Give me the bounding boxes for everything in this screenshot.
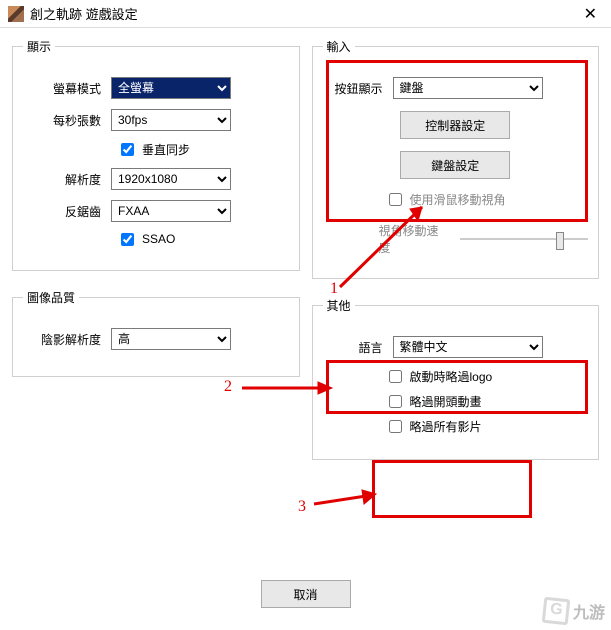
- lang-select[interactable]: 繁體中文: [393, 336, 543, 358]
- skip-all-row: 略過所有影片: [323, 418, 589, 435]
- keyboard-settings-button[interactable]: 鍵盤設定: [400, 151, 510, 179]
- app-icon: [8, 6, 24, 22]
- ssao-row: SSAO: [23, 232, 289, 246]
- annotation-1: 1: [330, 280, 338, 298]
- skip-all-checkbox[interactable]: [389, 420, 402, 433]
- screen-mode-row: 螢幕模式 全螢幕: [23, 77, 289, 99]
- other-legend: 其他: [323, 297, 355, 314]
- window-title: 創之軌跡 遊戲設定: [30, 4, 578, 23]
- aa-select[interactable]: FXAA: [111, 200, 231, 222]
- vsync-row: 垂直同步: [23, 141, 289, 158]
- input-group: 輸入 按鈕顯示 鍵盤 控制器設定 鍵盤設定 使用滑鼠移動視角 視角移動速度: [312, 38, 600, 279]
- left-column: 顯示 螢幕模式 全螢幕 每秒張數 30fps 垂直同步 解析度: [12, 38, 300, 478]
- controller-settings-button[interactable]: 控制器設定: [400, 111, 510, 139]
- shadow-select[interactable]: 高: [111, 328, 231, 350]
- fps-label: 每秒張數: [23, 112, 111, 129]
- right-column: 輸入 按鈕顯示 鍵盤 控制器設定 鍵盤設定 使用滑鼠移動視角 視角移動速度: [312, 38, 600, 478]
- other-group: 其他 語言 繁體中文 啟動時略過logo 略過開頭動畫 略過所有影片: [312, 297, 600, 460]
- input-legend: 輸入: [323, 38, 355, 55]
- ssao-label: SSAO: [142, 232, 175, 246]
- keyboard-btn-row: 鍵盤設定: [323, 151, 589, 179]
- aa-row: 反鋸齒 FXAA: [23, 200, 289, 222]
- ssao-checkbox[interactable]: [121, 233, 134, 246]
- lang-row: 語言 繁體中文: [323, 336, 589, 358]
- skip-intro-row: 略過開頭動畫: [323, 393, 589, 410]
- resolution-select[interactable]: 1920x1080: [111, 168, 231, 190]
- camera-speed-label: 視角移動速度: [379, 222, 450, 256]
- footer: 取消: [0, 580, 611, 608]
- vsync-label: 垂直同步: [142, 141, 190, 158]
- screen-mode-label: 螢幕模式: [23, 80, 111, 97]
- mouse-cam-checkbox[interactable]: [389, 193, 402, 206]
- screen-mode-select[interactable]: 全螢幕: [111, 77, 231, 99]
- content: 顯示 螢幕模式 全螢幕 每秒張數 30fps 垂直同步 解析度: [0, 28, 611, 478]
- resolution-label: 解析度: [23, 171, 111, 188]
- vsync-checkbox[interactable]: [121, 143, 134, 156]
- shadow-label: 陰影解析度: [23, 331, 111, 348]
- controller-btn-row: 控制器設定: [323, 111, 589, 139]
- camera-speed-slider[interactable]: [460, 229, 588, 249]
- quality-legend: 圖像品質: [23, 289, 79, 306]
- prompt-select[interactable]: 鍵盤: [393, 77, 543, 99]
- fps-row: 每秒張數 30fps: [23, 109, 289, 131]
- slider-track: [460, 238, 588, 240]
- skip-logo-checkbox[interactable]: [389, 370, 402, 383]
- display-group: 顯示 螢幕模式 全螢幕 每秒張數 30fps 垂直同步 解析度: [12, 38, 300, 271]
- display-legend: 顯示: [23, 38, 55, 55]
- mouse-cam-label: 使用滑鼠移動視角: [410, 191, 506, 208]
- lang-label: 語言: [323, 339, 393, 356]
- arrow-3: [310, 486, 382, 514]
- skip-intro-checkbox[interactable]: [389, 395, 402, 408]
- watermark: 九游: [543, 598, 605, 624]
- quality-group: 圖像品質 陰影解析度 高: [12, 289, 300, 377]
- camera-speed-row: 視角移動速度: [323, 222, 589, 256]
- skip-logo-row: 啟動時略過logo: [323, 368, 589, 385]
- prompt-row: 按鈕顯示 鍵盤: [323, 77, 589, 99]
- watermark-icon: [542, 597, 571, 626]
- fps-select[interactable]: 30fps: [111, 109, 231, 131]
- prompt-label: 按鈕顯示: [323, 80, 393, 97]
- annotation-2: 2: [224, 378, 232, 396]
- close-button[interactable]: ✕: [578, 4, 603, 24]
- mouse-cam-row: 使用滑鼠移動視角: [323, 191, 589, 208]
- shadow-row: 陰影解析度 高: [23, 328, 289, 350]
- slider-thumb[interactable]: [556, 232, 564, 250]
- skip-logo-label: 啟動時略過logo: [410, 368, 493, 385]
- titlebar: 創之軌跡 遊戲設定 ✕: [0, 0, 611, 28]
- aa-label: 反鋸齒: [23, 203, 111, 220]
- skip-all-label: 略過所有影片: [410, 418, 482, 435]
- cancel-button[interactable]: 取消: [261, 580, 351, 608]
- skip-intro-label: 略過開頭動畫: [410, 393, 482, 410]
- resolution-row: 解析度 1920x1080: [23, 168, 289, 190]
- annotation-3: 3: [298, 498, 306, 516]
- watermark-text: 九游: [573, 599, 605, 623]
